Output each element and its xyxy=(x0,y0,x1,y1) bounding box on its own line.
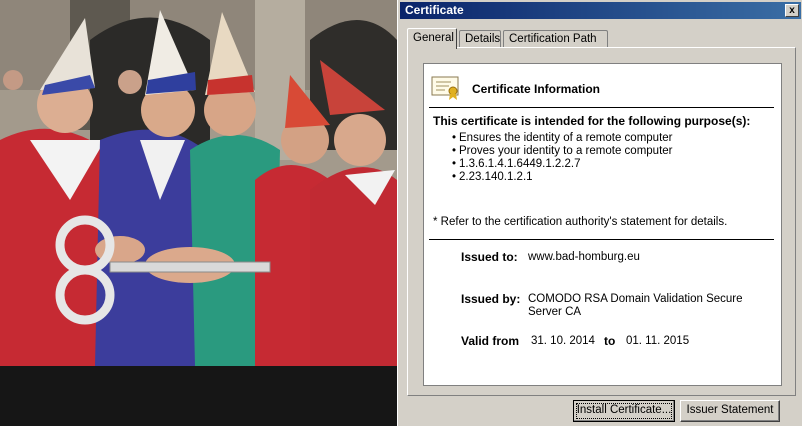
purpose-heading: This certificate is intended for the fol… xyxy=(433,114,751,128)
certificate-dialog: Certificate x General Details Certificat… xyxy=(397,0,802,426)
divider xyxy=(429,107,774,108)
purpose-item: Proves your identity to a remote compute… xyxy=(459,145,673,158)
photo-illustration xyxy=(0,0,397,426)
valid-from-label: Valid from xyxy=(461,334,520,348)
tab-general[interactable]: General xyxy=(407,28,457,49)
issued-by-label: Issued by: xyxy=(461,292,521,306)
window-title: Certificate xyxy=(405,3,464,17)
purpose-item: 2.23.140.1.2.1 xyxy=(459,171,673,184)
install-certificate-button[interactable]: Install Certificate... xyxy=(573,400,675,422)
purpose-list: Ensures the identity of a remote compute… xyxy=(459,132,673,184)
tab-certification-path[interactable]: Certification Path xyxy=(503,30,608,48)
issued-to-label: Issued to: xyxy=(461,250,518,264)
carnival-photo xyxy=(0,0,397,426)
certificate-info-box: Certificate Information This certificate… xyxy=(423,63,782,386)
purpose-item: Ensures the identity of a remote compute… xyxy=(459,132,673,145)
purpose-item: 1.3.6.1.4.1.6449.1.2.2.7 xyxy=(459,158,673,171)
authority-note: * Refer to the certification authority's… xyxy=(433,216,728,228)
tab-details[interactable]: Details xyxy=(459,30,501,48)
valid-to-value: 01. 11. 2015 xyxy=(626,335,690,347)
certificate-icon xyxy=(431,76,459,100)
valid-from-value: 31. 10. 2014 xyxy=(531,335,595,347)
issuer-statement-button[interactable]: Issuer Statement xyxy=(680,400,780,422)
title-bar[interactable]: Certificate x xyxy=(400,2,801,19)
close-icon[interactable]: x xyxy=(785,4,799,17)
valid-to-label: to xyxy=(604,334,616,348)
issued-to-value: www.bad-homburg.eu xyxy=(528,251,640,263)
issued-by-value: COMODO RSA Domain Validation Secure Serv… xyxy=(528,293,743,318)
info-title: Certificate Information xyxy=(472,82,601,96)
divider xyxy=(429,239,774,240)
